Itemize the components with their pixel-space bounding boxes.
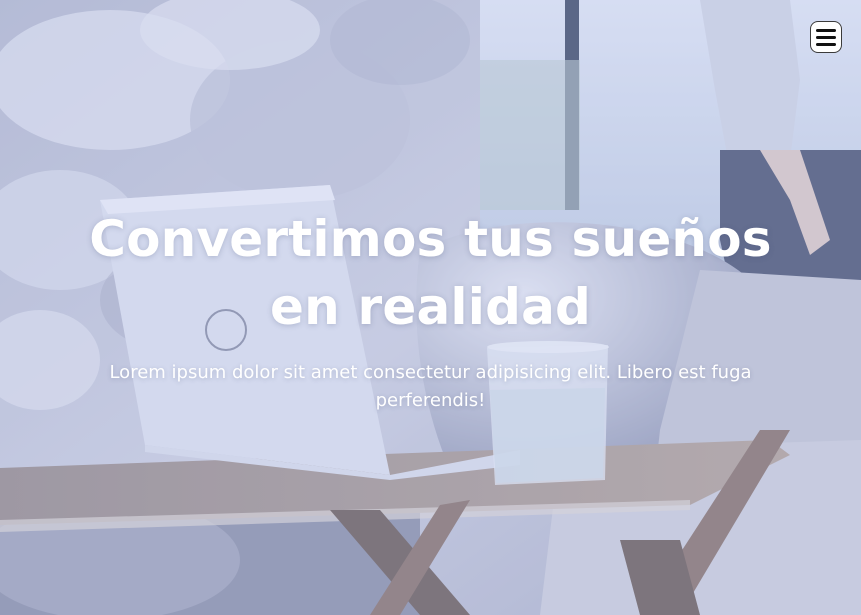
hero-subtitle: Lorem ipsum dolor sit amet consectetur a… [109, 362, 752, 411]
hero-title: Convertimos tus sueños en realidad [89, 210, 772, 336]
hero-content: Convertimos tus sueños en realidad Lorem… [80, 205, 781, 415]
hamburger-menu-button[interactable] [810, 21, 842, 53]
hero-section: Convertimos tus sueños en realidad Lorem… [0, 0, 861, 615]
hamburger-menu-icon [816, 28, 836, 32]
hamburger-menu-icon-bar [816, 35, 836, 39]
hamburger-menu-icon-bar [816, 42, 836, 46]
